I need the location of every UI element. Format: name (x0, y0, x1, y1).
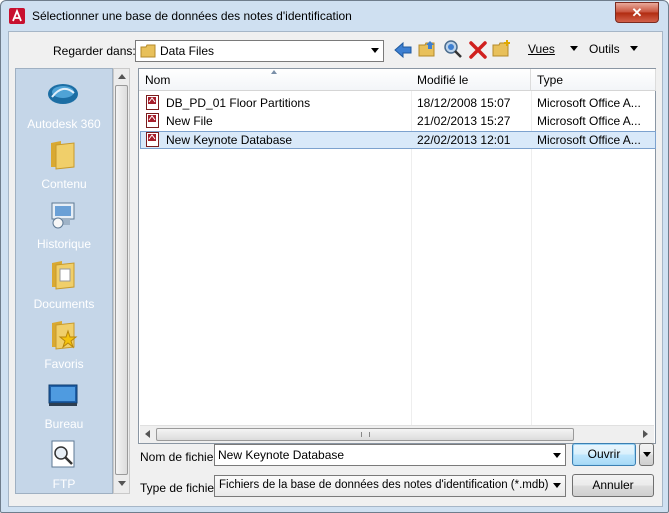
file-list: Nom Modifié le Type DB_PD_01 Floor Parti… (138, 68, 656, 444)
places-scrollbar[interactable] (113, 68, 130, 494)
place-bureau[interactable]: Bureau (16, 377, 112, 435)
file-list-hscrollbar[interactable] (140, 425, 654, 443)
scroll-up-icon[interactable] (118, 74, 126, 79)
column-type-label: Type (537, 73, 564, 87)
delete-icon[interactable] (468, 40, 488, 60)
table-row-selected[interactable]: New Keynote Database 22/02/2013 12:01 Mi… (140, 131, 656, 149)
scroll-thumb[interactable] (115, 85, 128, 475)
dialog-body: Regarder dans: Data Files Vues Outils Au… (8, 31, 663, 507)
file-modified: 18/12/2008 15:07 (417, 96, 511, 110)
cancel-button[interactable]: Annuler (572, 474, 654, 497)
place-label: Contenu (41, 177, 87, 191)
open-button[interactable]: Ouvrir (572, 443, 636, 466)
places-bar: Autodesk 360 Contenu Historique Document… (15, 68, 113, 494)
dialog-window: Sélectionner une base de données des not… (0, 0, 669, 513)
grip-icon (361, 432, 370, 437)
ftp-icon (51, 440, 75, 468)
column-header-type[interactable]: Type (531, 69, 656, 91)
column-header-name[interactable]: Nom (139, 69, 412, 91)
filetype-value: Fichiers de la base de données des notes… (219, 479, 549, 491)
lookin-label: Regarder dans: (53, 44, 136, 58)
file-name: New File (166, 114, 213, 128)
close-button[interactable]: ✕ (615, 2, 659, 23)
tools-dropdown-icon[interactable] (630, 46, 638, 51)
place-label: FTP (52, 477, 76, 491)
title-bar[interactable]: Sélectionner une base de données des not… (1, 1, 668, 31)
place-label: Bureau (44, 417, 84, 431)
column-header-modified[interactable]: Modifié le (411, 69, 531, 91)
table-row[interactable]: New File 21/02/2013 15:27 Microsoft Offi… (140, 112, 654, 130)
autocad-app-icon (9, 8, 25, 24)
column-name-label: Nom (145, 73, 171, 87)
autodesk-360-icon (48, 84, 78, 104)
lookin-dropdown[interactable]: Data Files (135, 40, 384, 62)
filename-label: Nom de fichier: (140, 450, 221, 464)
access-database-icon (146, 95, 159, 110)
access-database-icon (146, 113, 159, 128)
folder-icon (140, 44, 156, 58)
place-contenu[interactable]: Contenu (16, 137, 112, 195)
file-type: Microsoft Office A... (537, 114, 641, 128)
place-label: Historique (36, 237, 92, 251)
place-documents[interactable]: Documents (16, 257, 112, 315)
tools-menu[interactable]: Outils (589, 42, 620, 56)
hscroll-thumb[interactable] (156, 428, 574, 441)
up-folder-icon[interactable] (418, 39, 438, 59)
scroll-left-icon[interactable] (145, 430, 150, 438)
column-modified-label: Modifié le (417, 73, 469, 87)
cancel-button-label: Annuler (592, 478, 634, 492)
open-options-button[interactable] (639, 443, 654, 466)
search-web-icon[interactable] (443, 39, 463, 59)
file-name: New Keynote Database (166, 133, 293, 147)
file-type: Microsoft Office A... (537, 133, 641, 147)
desktop-icon (48, 384, 78, 406)
place-autodesk-360[interactable]: Autodesk 360 (16, 77, 112, 135)
place-ftp[interactable]: FTP (16, 437, 112, 495)
chevron-down-icon (643, 452, 651, 457)
place-label: Autodesk 360 (27, 117, 101, 131)
filetype-dropdown[interactable]: Fichiers de la base de données des notes… (214, 475, 566, 497)
place-label: Documents (33, 297, 95, 311)
file-modified: 21/02/2013 15:27 (417, 114, 511, 128)
scroll-right-icon[interactable] (643, 430, 648, 438)
sort-ascending-icon (271, 70, 277, 74)
file-type: Microsoft Office A... (537, 96, 641, 110)
file-modified: 22/02/2013 12:01 (417, 133, 511, 147)
views-dropdown-icon[interactable] (570, 46, 578, 51)
chevron-down-icon (553, 483, 561, 488)
open-button-label: Ouvrir (587, 447, 621, 461)
views-menu[interactable]: Vues (528, 42, 555, 56)
filename-field[interactable]: New Keynote Database (214, 444, 566, 466)
access-database-icon (146, 132, 159, 147)
filename-value: New Keynote Database (218, 448, 345, 462)
chevron-down-icon[interactable] (553, 453, 561, 458)
place-label: Favoris (44, 357, 84, 371)
file-name: DB_PD_01 Floor Partitions (166, 96, 311, 110)
close-icon: ✕ (631, 5, 643, 20)
favorites-icon (52, 321, 78, 350)
lookin-value: Data Files (160, 44, 215, 58)
table-row[interactable]: DB_PD_01 Floor Partitions 18/12/2008 15:… (140, 94, 654, 112)
filetype-label: Type de fichier: (140, 481, 222, 495)
folder-icon (51, 141, 75, 170)
back-arrow-icon[interactable] (393, 40, 413, 60)
place-historique[interactable]: Historique (16, 197, 112, 255)
scroll-down-icon[interactable] (118, 481, 126, 486)
new-folder-icon[interactable] (492, 39, 512, 59)
window-title: Sélectionner une base de données des not… (32, 9, 352, 23)
place-favoris[interactable]: Favoris (16, 317, 112, 375)
chevron-down-icon (371, 48, 379, 53)
history-icon (51, 202, 75, 229)
documents-icon (52, 261, 75, 290)
